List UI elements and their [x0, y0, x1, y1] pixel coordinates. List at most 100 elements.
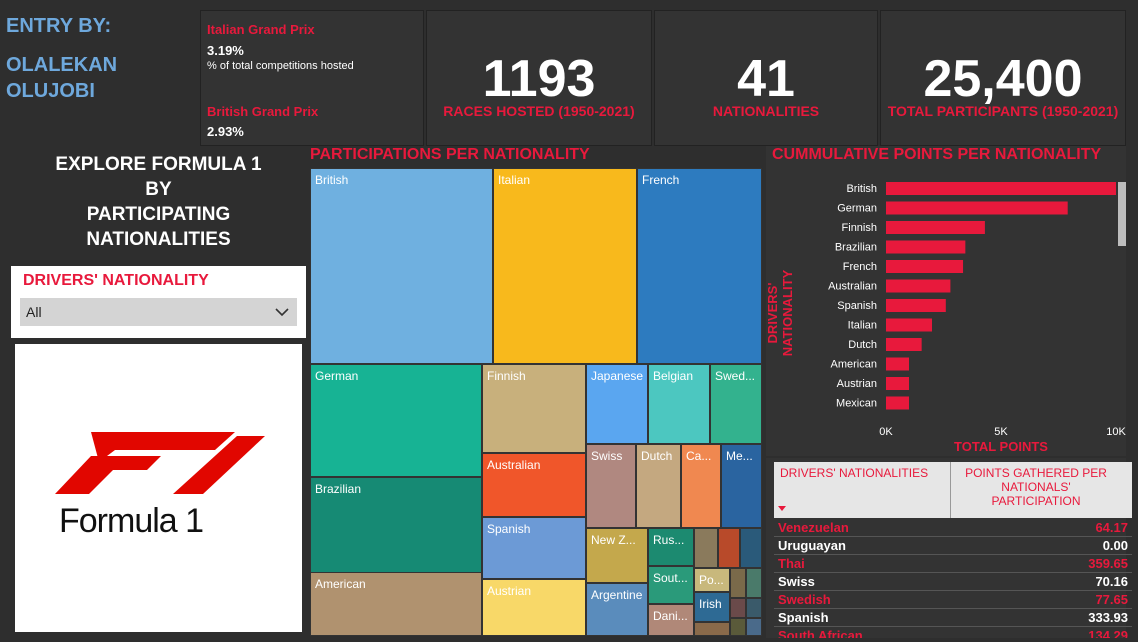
treemap-cell[interactable]: Spanish — [482, 517, 586, 579]
treemap-cell[interactable]: Po... — [694, 568, 730, 592]
treemap-cell-label: Dutch — [641, 449, 673, 463]
kpi-participants-value: 25,400 — [923, 50, 1083, 108]
bar-category-label: American — [831, 359, 877, 371]
treemap-cell[interactable]: Dutch — [636, 444, 681, 528]
slicer-dropdown[interactable]: All — [20, 298, 297, 326]
treemap-cell[interactable]: American — [310, 572, 482, 636]
bar[interactable] — [886, 318, 932, 332]
treemap-cell-small[interactable] — [740, 528, 762, 568]
bar-category-label: Australian — [828, 281, 877, 293]
scrollbar[interactable] — [1118, 182, 1126, 246]
bar[interactable] — [886, 221, 985, 234]
treemap-cell[interactable]: British — [310, 168, 493, 364]
bar[interactable] — [886, 338, 922, 351]
bar[interactable] — [886, 357, 909, 371]
treemap-cell-label: Dani... — [653, 609, 688, 623]
treemap-cell[interactable]: Swed... — [710, 364, 762, 444]
treemap-cell[interactable]: Japanese — [586, 364, 648, 444]
kpi-nationalities-label: NATIONALITIES — [712, 103, 820, 119]
treemap-cell-small[interactable] — [730, 598, 746, 618]
treemap-cell-small[interactable] — [746, 618, 762, 636]
treemap-cell-label: Me... — [726, 449, 753, 463]
treemap-chart: British Italian French German Brazilian Ameri… — [310, 168, 762, 636]
x-tick-label: 5K — [994, 426, 1008, 438]
treemap-cell[interactable]: Brazilian — [310, 477, 482, 581]
table-col2-header[interactable]: POINTS GATHERED PER NATIONALS' PARTICIPA… — [952, 462, 1132, 518]
entry-panel: ENTRY BY: OLALEKAN OLUJOBI — [0, 0, 200, 146]
table-row[interactable]: Spanish 333.93 — [774, 608, 1132, 627]
table-col1-label: DRIVERS' NATIONALITIES — [780, 466, 929, 480]
treemap-cell[interactable]: Italian — [493, 168, 637, 364]
treemap-cell-label: Austrian — [487, 584, 532, 598]
treemap-cell-label: Swiss — [591, 449, 623, 463]
treemap-cell-small[interactable] — [746, 568, 762, 598]
bar[interactable] — [886, 240, 966, 254]
sort-desc-icon — [778, 506, 786, 511]
treemap-cell[interactable]: Irish — [694, 592, 730, 622]
treemap-cell[interactable]: Australian — [482, 453, 586, 517]
treemap-cell-small[interactable] — [730, 618, 746, 636]
bar-category-label: Dutch — [848, 339, 877, 351]
treemap-cell[interactable]: Argentine — [586, 583, 648, 636]
entry-title: ENTRY BY: — [6, 15, 112, 37]
table-row[interactable]: Swedish 77.65 — [774, 590, 1132, 609]
treemap-cell[interactable]: Dani... — [648, 604, 694, 636]
entry-name-line2: OLUJOBI — [6, 80, 95, 102]
table-col2-label: POINTS GATHERED PER NATIONALS' PARTICIPA… — [965, 466, 1107, 508]
treemap-cell[interactable]: French — [637, 168, 762, 364]
table-cell-nationality: Thai — [774, 554, 952, 573]
explore-title: EXPLORE FORMULA 1 BY PARTICIPATING NATIO… — [11, 152, 306, 252]
table-col1-header[interactable]: DRIVERS' NATIONALITIES — [774, 462, 951, 518]
slicer-selected-value: All — [26, 304, 42, 320]
table-row[interactable]: South African 134.29 — [774, 626, 1132, 638]
treemap-cell-label: Brazilian — [315, 482, 362, 496]
table-cell-points: 77.65 — [952, 590, 1132, 609]
treemap-cell[interactable]: Ca... — [681, 444, 721, 528]
treemap-cell[interactable]: German — [310, 364, 482, 477]
table-row[interactable]: Venezuelan 64.17 — [774, 519, 1132, 537]
table-cell-points: 0.00 — [952, 536, 1132, 555]
top-host-caption: % of total competitions hosted — [207, 60, 354, 72]
treemap-cell[interactable]: Sout... — [648, 566, 694, 604]
treemap-cell[interactable]: Belgian — [648, 364, 710, 444]
treemap-cell[interactable]: Swiss — [586, 444, 636, 528]
treemap-cell-small[interactable] — [694, 528, 718, 568]
treemap-cell-small[interactable] — [746, 598, 762, 618]
bar[interactable] — [886, 377, 909, 390]
table-cell-nationality: Swiss — [774, 572, 952, 591]
table-row[interactable]: Thai 359.65 — [774, 554, 1132, 573]
bar[interactable] — [886, 279, 951, 293]
treemap-cell-label: French — [642, 173, 680, 187]
treemap-cell[interactable]: Finnish — [482, 364, 586, 453]
treemap-cell-label: Swed... — [715, 369, 756, 383]
treemap-cell-label: Australian — [487, 458, 541, 472]
treemap-cell-label: Sout... — [653, 571, 688, 585]
treemap-cell-small[interactable] — [718, 528, 740, 568]
bar[interactable] — [886, 201, 1068, 215]
bar-chart-xlabel: TOTAL POINTS — [954, 439, 1048, 454]
chevron-down-icon — [275, 308, 289, 317]
bar[interactable] — [886, 260, 964, 273]
table-row[interactable]: Uruguayan 0.00 — [774, 536, 1132, 555]
bar[interactable] — [886, 182, 1116, 195]
bar[interactable] — [886, 396, 909, 410]
explore-line3: PARTICIPATING — [86, 204, 231, 225]
treemap-cell[interactable]: Austrian — [482, 579, 586, 636]
bar[interactable] — [886, 299, 946, 312]
bar-category-label: Finnish — [842, 222, 877, 234]
treemap-cell-small[interactable] — [694, 622, 730, 636]
formula1-logo — [55, 432, 265, 494]
treemap-cell-label: Spanish — [487, 522, 531, 536]
table-cell-points: 333.93 — [952, 608, 1132, 627]
treemap-cell[interactable]: New Z... — [586, 528, 648, 583]
bar-category-label: British — [846, 183, 877, 195]
treemap-cell[interactable]: Me... — [721, 444, 762, 528]
slicer-title: DRIVERS' NATIONALITY — [23, 272, 209, 289]
table-row[interactable]: Swiss 70.16 — [774, 572, 1132, 591]
table-cell-nationality: Venezuelan — [774, 519, 952, 537]
treemap-cell-small[interactable] — [730, 568, 746, 598]
explore-line2: BY — [145, 179, 172, 200]
treemap-cell-label: American — [315, 577, 366, 591]
treemap-cell-label: New Z... — [591, 533, 636, 547]
treemap-cell[interactable]: Rus... — [648, 528, 694, 566]
